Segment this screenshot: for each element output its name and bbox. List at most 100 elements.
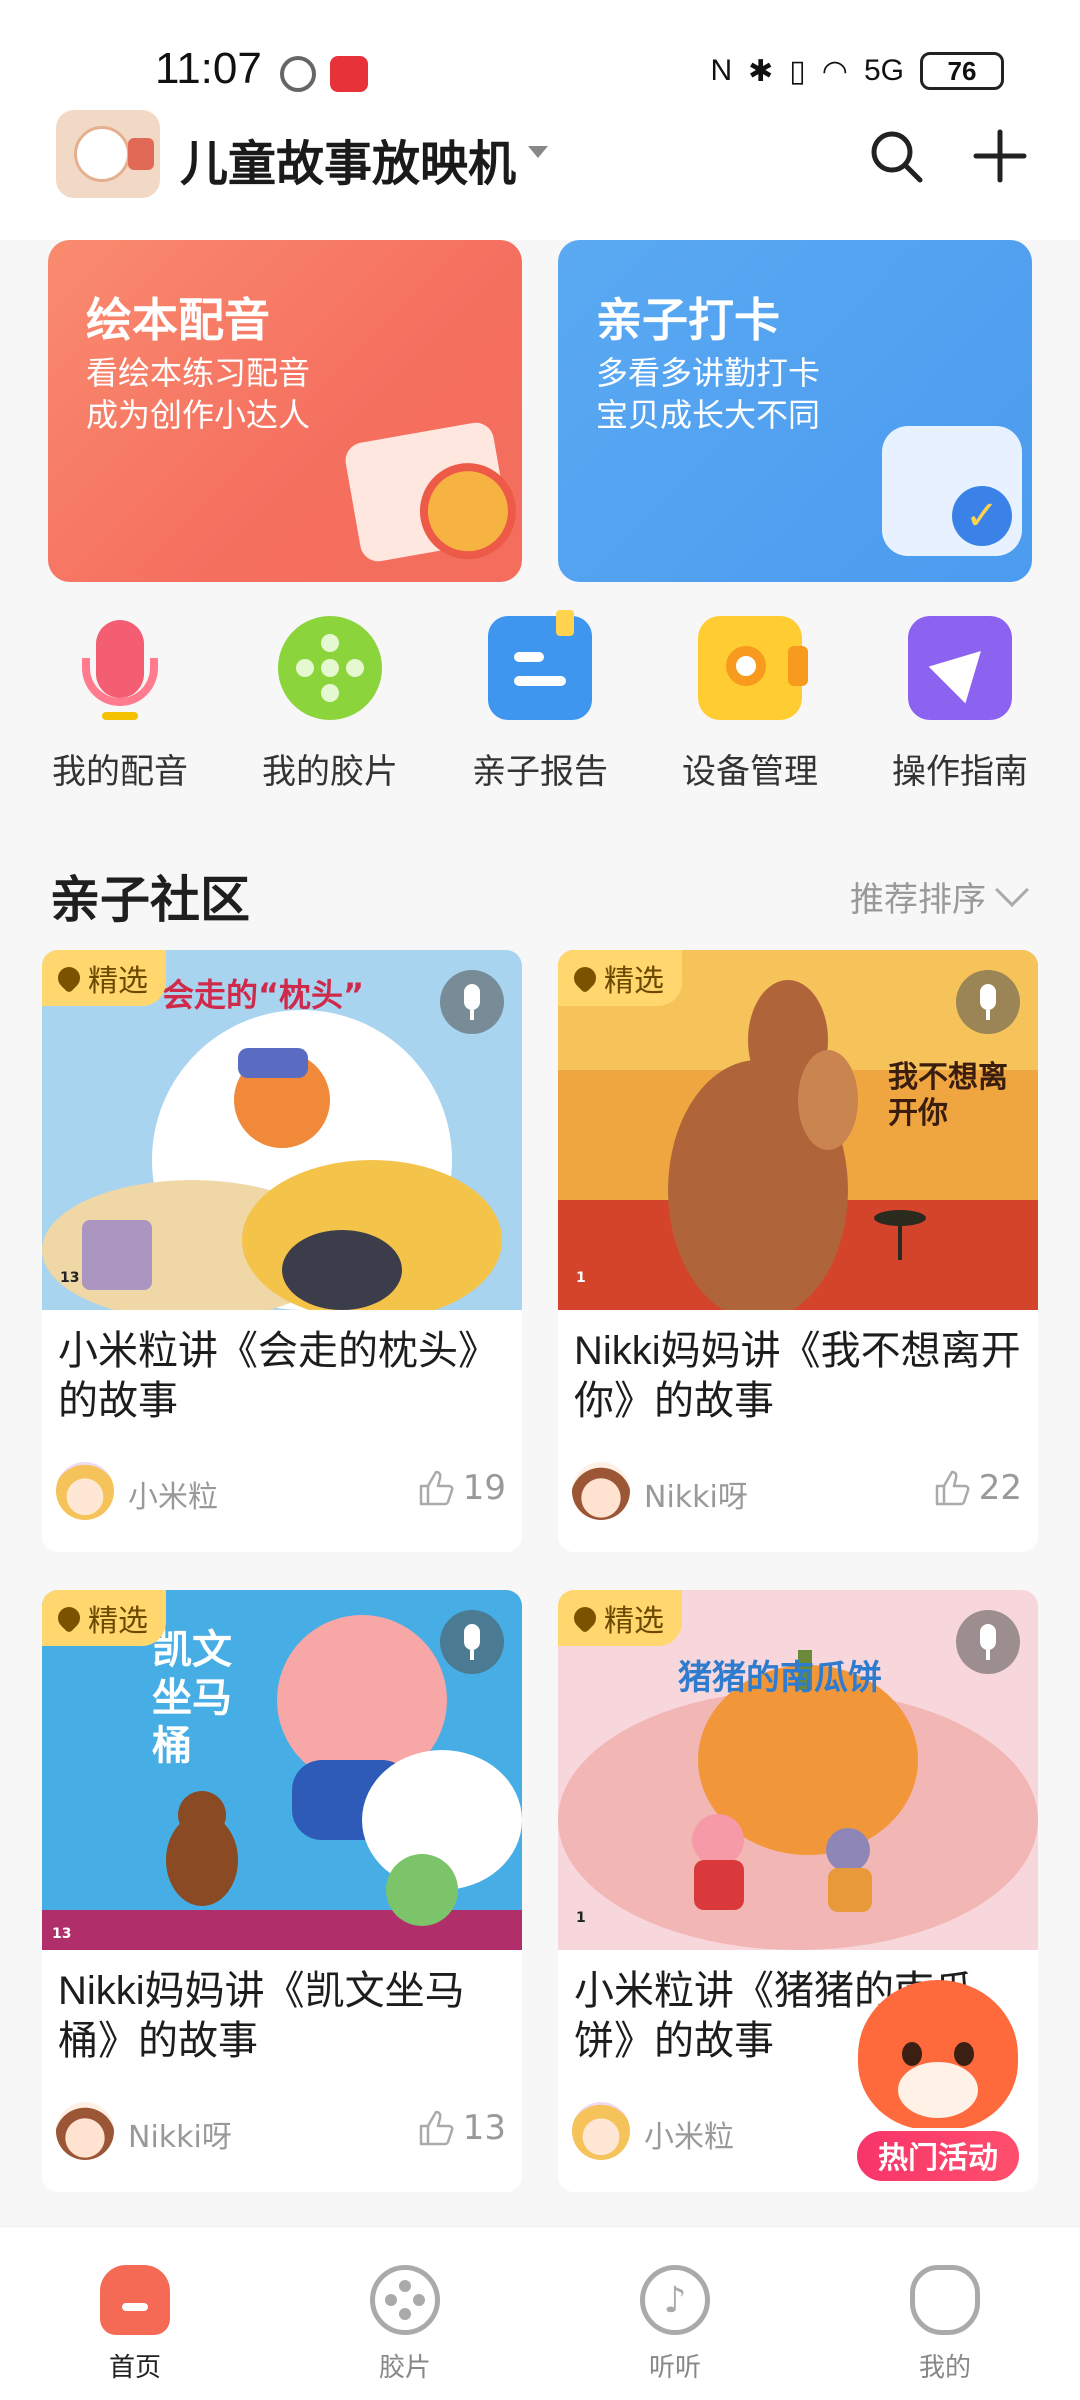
author-name[interactable]: Nikki呀 xyxy=(128,2112,232,2156)
status-bar: 11:07 N ✱ ▯ ◠ 5G 76 xyxy=(0,0,1080,110)
microphone-icon[interactable] xyxy=(956,1610,1020,1674)
banner-title: 绘本配音 xyxy=(86,293,270,347)
app-title[interactable]: 儿童故事放映机 xyxy=(180,124,516,194)
banner-subtitle-line: 宝贝成长大不同 xyxy=(596,396,821,434)
heart-icon xyxy=(569,1602,601,1634)
like-count: 19 xyxy=(462,1468,506,1508)
quick-action-label: 我的配音 xyxy=(52,752,188,792)
author-name[interactable]: 小米粒 xyxy=(644,2112,734,2156)
settings-notification-icon xyxy=(280,56,316,92)
nav-label: 首页 xyxy=(108,2353,161,2383)
home-icon xyxy=(100,2265,170,2335)
avatar[interactable] xyxy=(56,2102,114,2160)
banner-subtitle: 看绘本练习配音 成为创作小达人 xyxy=(86,352,310,436)
cover-title: 我不想离开你 xyxy=(888,1060,1008,1131)
card-footer: 小米粒 19 xyxy=(56,1462,506,1526)
story-title: Nikki妈妈讲《我不想离开你》的故事 xyxy=(574,1329,1021,1423)
banner-subtitle-line: 成为创作小达人 xyxy=(86,396,311,434)
projector-icon xyxy=(698,616,808,720)
huawei-notification-icon xyxy=(330,56,368,92)
avatar[interactable] xyxy=(572,1462,630,1520)
nav-home[interactable]: 首页 xyxy=(35,2227,235,2400)
thumbs-up-icon xyxy=(419,2110,454,2146)
sort-dropdown[interactable]: 推荐排序 xyxy=(850,872,986,921)
add-icon[interactable] xyxy=(970,126,1030,186)
like-count: 22 xyxy=(978,1468,1022,1508)
badge-label: 精选 xyxy=(604,1604,664,1639)
like-button[interactable]: 22 xyxy=(933,1468,1022,1508)
microphone-icon[interactable] xyxy=(956,970,1020,1034)
thumbs-up-icon xyxy=(935,1470,970,1506)
nav-listen[interactable]: ♪ 听听 xyxy=(575,2227,775,2400)
card-footer: Nikki呀 22 xyxy=(572,1462,1022,1526)
film-reel-icon xyxy=(370,2265,440,2335)
avatar[interactable] xyxy=(572,2102,630,2160)
featured-badge: 精选 xyxy=(558,1590,682,1646)
quick-action-user-guide[interactable]: 操作指南 xyxy=(870,616,1050,806)
banner-parent-child-checkin[interactable]: 亲子打卡 多看多讲勤打卡 宝贝成长大不同 xyxy=(558,240,1032,582)
heart-icon xyxy=(53,962,85,994)
nav-mine[interactable]: 我的 xyxy=(845,2227,1045,2400)
music-note-icon: ♪ xyxy=(640,2265,710,2335)
like-button[interactable]: 19 xyxy=(417,1468,506,1508)
quick-action-my-dubbing[interactable]: 我的配音 xyxy=(30,616,210,806)
quick-action-my-film[interactable]: 我的胶片 xyxy=(240,616,420,806)
nfc-icon: N xyxy=(710,54,733,87)
app-logo-icon[interactable] xyxy=(56,110,160,198)
featured-badge: 精选 xyxy=(42,950,166,1006)
cover-page-number: 13 xyxy=(60,1270,80,1286)
report-icon xyxy=(488,610,592,720)
avatar[interactable] xyxy=(56,1462,114,1520)
picture-book-illustration xyxy=(342,419,512,565)
like-count: 13 xyxy=(462,2108,506,2148)
signal-icon: 5G xyxy=(863,54,904,87)
hot-activity-float-button[interactable]: 热门活动 xyxy=(838,1980,1038,2200)
quick-action-label: 我的胶片 xyxy=(262,752,398,792)
quick-action-parent-report[interactable]: 亲子报告 xyxy=(450,610,630,806)
story-title: Nikki妈妈讲《凯文坐马桶》的故事 xyxy=(58,1969,465,2063)
heart-icon xyxy=(569,962,601,994)
badge-label: 精选 xyxy=(604,964,664,999)
nav-label: 听听 xyxy=(648,2353,701,2383)
cover-title: 凯文坐马桶 xyxy=(152,1627,232,1769)
app-header: 儿童故事放映机 xyxy=(0,110,1080,240)
nav-film[interactable]: 胶片 xyxy=(305,2227,505,2400)
hot-activity-label: 热门活动 xyxy=(854,2128,1022,2184)
microphone-icon[interactable] xyxy=(440,1610,504,1674)
heart-icon xyxy=(53,1602,85,1634)
author-name[interactable]: Nikki呀 xyxy=(644,1472,748,1516)
quick-action-label: 亲子报告 xyxy=(472,752,608,792)
card-footer: Nikki呀 13 xyxy=(56,2102,506,2166)
featured-badge: 精选 xyxy=(558,950,682,1006)
like-button[interactable]: 13 xyxy=(417,2108,506,2148)
featured-badge: 精选 xyxy=(42,1590,166,1646)
story-card[interactable]: 凯文坐马桶 13 精选 Nikki妈妈讲《凯文坐马桶》的故事 Nikki呀 13 xyxy=(42,1590,522,2192)
banner-subtitle-line: 看绘本练习配音 xyxy=(86,354,311,392)
dropdown-arrow-icon[interactable] xyxy=(528,146,548,158)
quick-action-device-management[interactable]: 设备管理 xyxy=(660,616,840,806)
status-time: 11:07 xyxy=(155,44,262,93)
banner-title: 亲子打卡 xyxy=(596,293,780,347)
guide-arrow-icon xyxy=(908,616,1012,720)
search-icon[interactable] xyxy=(866,126,926,186)
quick-actions: 我的配音 我的胶片 亲子报告 设备管理 操作指南 xyxy=(30,610,1050,806)
banner-picture-book-dubbing[interactable]: 绘本配音 看绘本练习配音 成为创作小达人 xyxy=(48,240,522,582)
story-title: 小米粒讲《会走的枕头》的故事 xyxy=(58,1329,498,1423)
thumbs-up-icon xyxy=(419,1470,454,1506)
badge-label: 精选 xyxy=(88,964,148,999)
film-reel-icon xyxy=(278,616,382,720)
bottom-navigation: 首页 胶片 ♪ 听听 我的 xyxy=(0,2226,1080,2400)
microphone-icon xyxy=(68,616,172,720)
battery-icon: 76 xyxy=(920,52,1004,90)
quick-action-label: 设备管理 xyxy=(682,752,818,792)
story-card[interactable]: 我不想离开你 1 精选 Nikki妈妈讲《我不想离开你》的故事 Nikki呀 2… xyxy=(558,950,1038,1552)
author-name[interactable]: 小米粒 xyxy=(128,1472,218,1516)
microphone-icon[interactable] xyxy=(440,970,504,1034)
wifi-icon: ◠ xyxy=(821,54,848,88)
nav-label: 我的 xyxy=(918,2353,971,2383)
fox-mascot-icon xyxy=(858,1980,1018,2130)
story-card[interactable]: 会走的“枕头” 13 精选 小米粒讲《会走的枕头》的故事 小米粒 19 xyxy=(42,950,522,1552)
community-title: 亲子社区 xyxy=(50,871,250,929)
cover-page-number: 1 xyxy=(576,1270,586,1286)
chevron-down-icon[interactable] xyxy=(995,873,1029,907)
